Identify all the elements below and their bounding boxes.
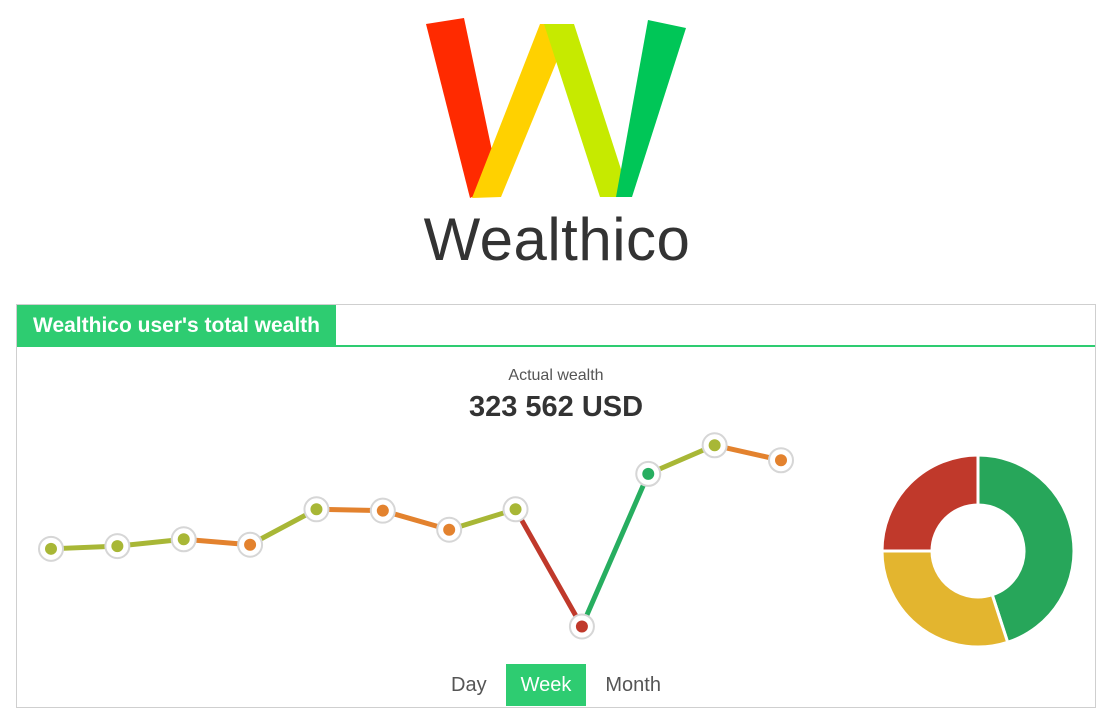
range-week-button[interactable]: Week [505, 664, 587, 706]
data-point[interactable] [244, 538, 257, 551]
range-month-button[interactable]: Month [590, 664, 676, 706]
data-point[interactable] [509, 503, 522, 516]
brand-logo: Wealthico [0, 0, 1114, 290]
data-point[interactable] [310, 503, 323, 516]
line-segment [513, 506, 585, 629]
brand-name: Wealthico [423, 206, 691, 273]
data-point[interactable] [708, 439, 721, 452]
data-point[interactable] [775, 454, 787, 467]
wealthico-logo-icon [426, 18, 686, 198]
logo-stripe-lime [544, 24, 630, 197]
data-point[interactable] [443, 523, 456, 536]
data-point[interactable] [111, 540, 124, 553]
data-point[interactable] [177, 533, 190, 546]
range-day-button[interactable]: Day [436, 664, 502, 706]
donut-slice[interactable] [880, 453, 980, 553]
wealth-donut-chart [880, 453, 1076, 649]
range-toggle: Day Week Month [17, 664, 1095, 706]
data-point[interactable] [45, 542, 57, 555]
data-point[interactable] [642, 467, 655, 480]
wealth-charts [38, 432, 1076, 649]
line-segment [579, 471, 651, 629]
wealth-panel: Wealthico user's total wealth Actual wea… [16, 304, 1096, 708]
data-point[interactable] [575, 620, 588, 633]
wealth-line-chart [38, 432, 794, 640]
data-point[interactable] [376, 504, 389, 517]
logo-stripe-green [616, 20, 686, 197]
donut-slice[interactable] [880, 549, 1010, 649]
